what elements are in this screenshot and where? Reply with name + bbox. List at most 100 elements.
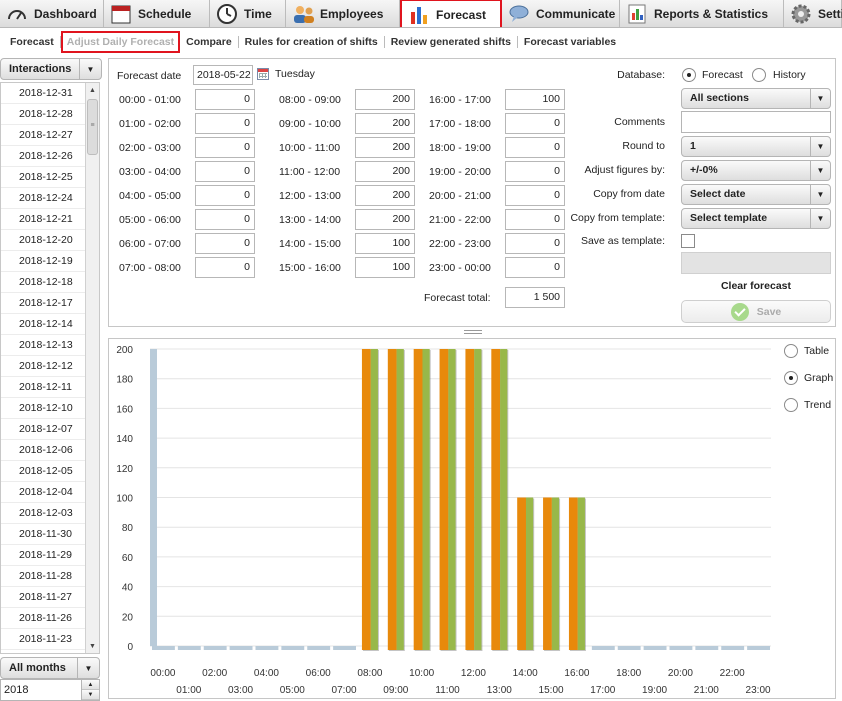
subtab-forecast[interactable]: Forecast [4,36,61,48]
date-list-item[interactable]: 2018-12-14 [1,314,87,335]
save-as-template-checkbox[interactable] [681,234,695,248]
tab-setti[interactable]: Setti [784,0,842,27]
date-list-item[interactable]: 2018-12-21 [1,209,87,230]
date-list-item[interactable]: 2018-11-26 [1,608,87,629]
hour-value-input[interactable]: 0 [195,137,255,158]
hour-value-input[interactable]: 0 [505,233,565,254]
year-stepper[interactable]: 2018 ▲ ▼ [0,679,100,701]
chevron-down-icon[interactable]: ▼ [79,59,101,79]
tab-employees[interactable]: Employees [286,0,400,27]
copy-from-date-select[interactable]: Select date ▼ [681,184,831,205]
date-list-item[interactable]: 2018-12-28 [1,104,87,125]
chevron-down-icon[interactable]: ▼ [810,89,830,108]
subtab-compare[interactable]: Compare [180,36,239,48]
database-history-radio[interactable] [752,68,766,82]
date-list-item[interactable]: 2018-11-23 [1,629,87,650]
date-list-scrollbar[interactable]: ▲ ≡ ▼ [85,83,99,653]
graph-radio[interactable] [784,371,798,385]
date-list-item[interactable]: 2018-12-27 [1,125,87,146]
hour-value-input[interactable]: 200 [355,137,415,158]
month-select[interactable]: All months ▼ [0,657,100,679]
view-option-graph[interactable]: Graph [784,371,833,385]
hour-value-input[interactable]: 0 [195,161,255,182]
tab-time[interactable]: Time [210,0,286,27]
chevron-down-icon[interactable]: ▼ [810,209,830,228]
date-list-item[interactable]: 2018-12-05 [1,461,87,482]
date-list-item[interactable]: 2018-11-28 [1,566,87,587]
clear-forecast-button[interactable]: Clear forecast [681,280,831,292]
subtab-adjust-daily-forecast[interactable]: Adjust Daily Forecast [60,31,181,53]
subtab-forecast-variables[interactable]: Forecast variables [518,36,622,48]
date-list-item[interactable]: 2018-12-06 [1,440,87,461]
hour-value-input[interactable]: 0 [195,113,255,134]
subtab-rules-for-creation-of-shifts[interactable]: Rules for creation of shifts [239,36,385,48]
chevron-down-icon[interactable]: ▼ [810,185,830,204]
hour-value-input[interactable]: 0 [505,209,565,230]
year-up-icon[interactable]: ▲ [82,680,99,690]
date-list-item[interactable]: 2018-11-27 [1,587,87,608]
hour-value-input[interactable]: 0 [505,257,565,278]
trend-radio[interactable] [784,398,798,412]
tab-dashboard[interactable]: Dashboard [0,0,104,27]
scroll-thumb[interactable]: ≡ [87,99,98,155]
round-to-select[interactable]: 1 ▼ [681,136,831,157]
hour-value-input[interactable]: 0 [195,209,255,230]
hour-value-input[interactable]: 200 [355,209,415,230]
date-list-item[interactable]: 2018-12-03 [1,503,87,524]
hour-value-input[interactable]: 0 [505,137,565,158]
hour-value-input[interactable]: 0 [195,257,255,278]
calendar-icon[interactable] [257,68,269,80]
hour-value-input[interactable]: 200 [355,185,415,206]
date-list-item[interactable]: 2018-12-12 [1,356,87,377]
scroll-up-icon[interactable]: ▲ [86,83,99,97]
chevron-down-icon[interactable]: ▼ [810,161,830,180]
hour-value-input[interactable]: 200 [355,113,415,134]
hour-value-input[interactable]: 0 [505,113,565,134]
date-list-item[interactable]: 2018-12-18 [1,272,87,293]
subtab-review-generated-shifts[interactable]: Review generated shifts [385,36,518,48]
hour-value-input[interactable]: 0 [195,89,255,110]
adjust-figures-select[interactable]: +/-0% ▼ [681,160,831,181]
tab-reports-statistics[interactable]: Reports & Statistics [620,0,784,27]
tab-schedule[interactable]: Schedule [104,0,210,27]
date-list-item[interactable]: 2018-11-29 [1,545,87,566]
date-list-item[interactable]: 2018-12-10 [1,398,87,419]
date-list-item[interactable]: 2018-12-19 [1,251,87,272]
scroll-down-icon[interactable]: ▼ [86,639,99,653]
date-list-item[interactable]: 2018-12-25 [1,167,87,188]
hour-value-input[interactable]: 0 [195,233,255,254]
table-radio[interactable] [784,344,798,358]
tab-forecast[interactable]: Forecast [400,0,502,27]
copy-from-template-select[interactable]: Select template ▼ [681,208,831,229]
hour-value-input[interactable]: 0 [195,185,255,206]
date-list-item[interactable]: 2018-12-13 [1,335,87,356]
template-name-input[interactable] [681,252,831,274]
database-forecast-radio[interactable] [682,68,696,82]
date-list-item[interactable]: 2018-12-07 [1,419,87,440]
forecast-date-input[interactable]: 2018-05-22 [193,65,253,85]
chevron-down-icon[interactable]: ▼ [810,137,830,156]
comments-input[interactable] [681,111,831,133]
date-list-item[interactable]: 2018-12-04 [1,482,87,503]
tab-communicate[interactable]: Communicate [502,0,620,27]
panel-splitter[interactable] [464,330,482,334]
hour-value-input[interactable]: 0 [505,185,565,206]
hour-value-input[interactable]: 100 [355,233,415,254]
date-list-item[interactable]: 2018-12-24 [1,188,87,209]
date-list-item[interactable]: 2018-11-30 [1,524,87,545]
date-list-item[interactable]: 2018-12-20 [1,230,87,251]
date-list-item[interactable]: 2018-12-11 [1,377,87,398]
view-option-trend[interactable]: Trend [784,398,831,412]
chevron-down-icon[interactable]: ▼ [77,658,99,678]
date-list-item[interactable]: 2018-12-17 [1,293,87,314]
hour-value-input[interactable]: 200 [355,161,415,182]
save-button[interactable]: Save [681,300,831,323]
interactions-select[interactable]: Interactions ▼ [0,58,102,80]
hour-value-input[interactable]: 100 [355,257,415,278]
year-down-icon[interactable]: ▼ [82,690,99,700]
sections-select[interactable]: All sections ▼ [681,88,831,109]
date-list-item[interactable]: 2018-12-31 [1,83,87,104]
hour-value-input[interactable]: 0 [505,161,565,182]
date-list-item[interactable]: 2018-12-26 [1,146,87,167]
hour-value-input[interactable]: 100 [505,89,565,110]
